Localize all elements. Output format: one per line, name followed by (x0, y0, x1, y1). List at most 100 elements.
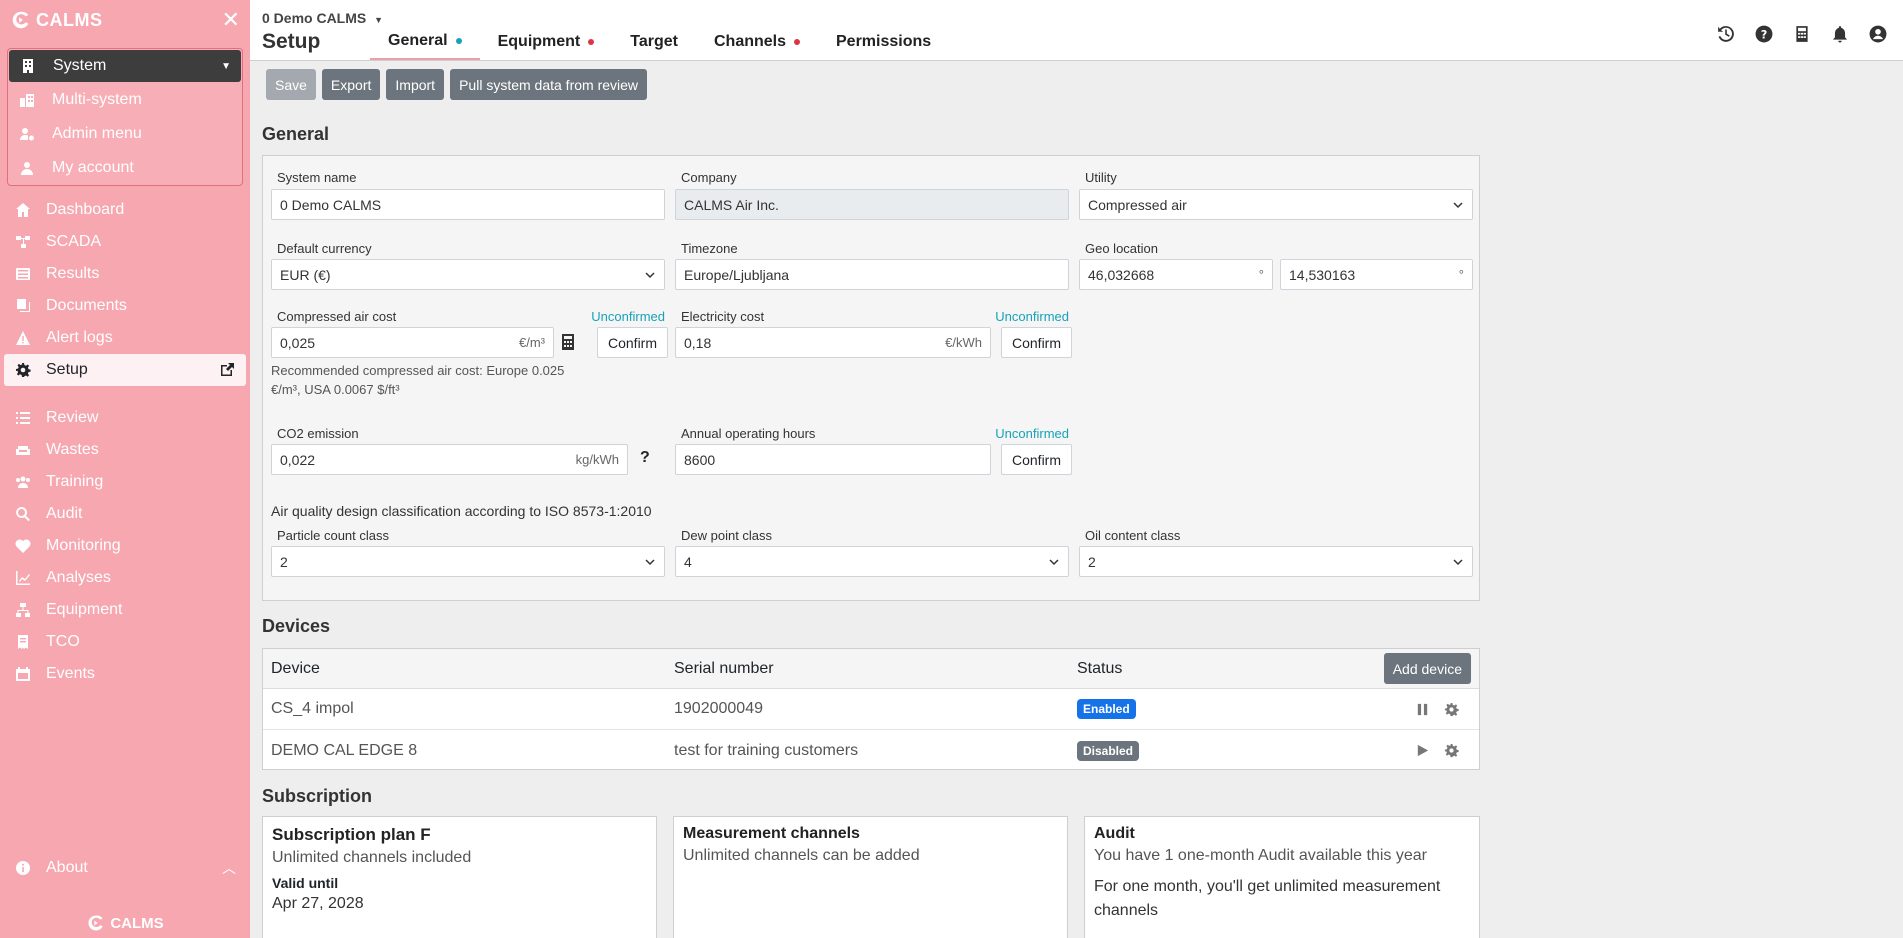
column-header-status: Status (1077, 659, 1123, 677)
import-button[interactable]: Import (386, 69, 445, 100)
calculator-icon[interactable] (561, 334, 575, 350)
serial-number: 1902000049 (674, 700, 763, 717)
sidebar-item-dashboard[interactable]: Dashboard (0, 194, 250, 226)
electricity-cost-input[interactable]: 0,18 €/kWh (675, 327, 991, 358)
chevron-down-icon (645, 558, 655, 565)
latitude-input[interactable]: 46,032668 ° (1079, 259, 1273, 290)
close-sidebar-icon[interactable]: ✕ (222, 7, 240, 33)
system-name-input[interactable]: 0 Demo CALMS (271, 189, 665, 220)
confirm-annual-hours-button[interactable]: Confirm (1001, 444, 1073, 475)
audit-text: You have 1 one-month Audit available thi… (1094, 847, 1427, 864)
sidebar-item-analyses[interactable]: Analyses (0, 562, 250, 594)
export-button[interactable]: Export (321, 69, 381, 100)
add-device-button[interactable]: Add device (1383, 653, 1471, 684)
channels-title: Measurement channels (683, 825, 860, 842)
company-label: Company (681, 170, 737, 185)
timezone-input[interactable]: Europe/Ljubljana (675, 259, 1069, 290)
sidebar-item-label: Review (46, 409, 99, 426)
history-icon[interactable] (1716, 24, 1735, 43)
sidebar-item-documents[interactable]: Documents (0, 290, 250, 322)
tab-general[interactable]: General (370, 28, 480, 60)
utility-label: Utility (1085, 170, 1117, 185)
user-cog-icon (18, 125, 36, 143)
confirm-electricity-cost-button[interactable]: Confirm (1001, 327, 1073, 358)
subscription-section-title: Subscription (262, 786, 373, 806)
system-selector[interactable]: 0 Demo CALMS ▼ (262, 10, 383, 26)
footer-brand: CALMS (110, 914, 164, 932)
sidebar-item-label: Dashboard (46, 201, 125, 218)
default-currency-select[interactable]: EUR (€) (271, 259, 665, 290)
sidebar-item-alert-logs[interactable]: Alert logs (0, 322, 250, 354)
sidebar-item-review[interactable]: Review (0, 402, 250, 434)
calculator-icon[interactable] (1792, 24, 1811, 43)
sidebar-item-label: Admin menu (52, 125, 142, 142)
system-dropdown[interactable]: System ▼ (9, 50, 241, 82)
sidebar-item-label: SCADA (46, 233, 102, 250)
gear-icon[interactable] (1444, 743, 1459, 758)
compressed-air-cost-input[interactable]: 0,025 €/m³ (271, 327, 554, 358)
air-quality-heading: Air quality design classification accord… (271, 503, 652, 519)
annual-hours-input[interactable]: 8600 (675, 444, 991, 475)
top-bar: 0 Demo CALMS ▼ Setup General Equipment T… (250, 0, 1903, 61)
system-name-label: System name (277, 170, 357, 185)
annual-hours-status: Unconfirmed (995, 426, 1069, 441)
pause-icon[interactable] (1415, 702, 1430, 717)
oil-class-select[interactable]: 2 (1079, 546, 1473, 577)
sidebar-item-equipment[interactable]: Equipment (0, 594, 250, 626)
plan-title: Subscription plan F (272, 825, 431, 844)
particle-class-select[interactable]: 2 (271, 546, 665, 577)
sidebar-item-audit[interactable]: Audit (0, 498, 250, 530)
device-name: CS_4 impol (271, 700, 354, 717)
sidebar-item-my-account[interactable]: My account (8, 151, 242, 185)
sidebar-item-multi-system[interactable]: Multi-system (8, 83, 242, 117)
confirm-air-cost-button[interactable]: Confirm (597, 327, 669, 358)
particle-class-label: Particle count class (277, 528, 389, 543)
chart-line-icon (14, 569, 32, 587)
longitude-input[interactable]: 14,530163 ° (1280, 259, 1473, 290)
brand-logo[interactable]: CALMS (10, 9, 103, 31)
sidebar-item-wastes[interactable]: Wastes (0, 434, 250, 466)
tab-target[interactable]: Target (612, 28, 696, 60)
degree-unit: ° (1258, 267, 1264, 282)
column-header-device: Device (271, 659, 320, 677)
network-icon (14, 233, 32, 251)
hint-line: €/m³, USA 0.0067 $/ft³ (271, 382, 400, 397)
external-link-icon[interactable] (218, 361, 236, 379)
tab-equipment[interactable]: Equipment (480, 28, 613, 60)
pull-system-data-button[interactable]: Pull system data from review (450, 69, 648, 100)
play-icon[interactable] (1415, 743, 1430, 758)
top-icons: ? (1716, 24, 1887, 43)
utility-select[interactable]: Compressed air (1079, 189, 1473, 220)
bell-icon[interactable] (1830, 24, 1849, 43)
home-icon (14, 201, 32, 219)
sidebar-item-results[interactable]: Results (0, 258, 250, 290)
co2-unit: kg/kWh (575, 452, 619, 467)
help-icon[interactable]: ? (1754, 24, 1773, 43)
sidebar-item-scada[interactable]: SCADA (0, 226, 250, 258)
user-account-icon[interactable] (1868, 24, 1887, 43)
sidebar-item-label: Documents (46, 297, 127, 314)
sidebar-item-tco[interactable]: TCO (0, 626, 250, 658)
calms-logo-icon (88, 915, 103, 931)
dew-point-class-select[interactable]: 4 (675, 546, 1069, 577)
general-panel: System name 0 Demo CALMS Company CALMS A… (262, 155, 1480, 601)
co2-help-icon[interactable]: ? (640, 449, 650, 467)
tab-channels[interactable]: Channels (696, 28, 818, 60)
user-icon (18, 159, 36, 177)
tab-permissions[interactable]: Permissions (818, 28, 949, 60)
search-icon (14, 505, 32, 523)
sidebar-item-training[interactable]: Training (0, 466, 250, 498)
about-toggle[interactable]: About ︿ (0, 852, 250, 884)
annual-hours-label: Annual operating hours (681, 426, 816, 441)
serial-number: test for training customers (674, 741, 859, 759)
buildings-icon (18, 91, 36, 109)
sidebar-item-events[interactable]: Events (0, 658, 250, 690)
co2-emission-input[interactable]: 0,022 kg/kWh (271, 444, 628, 475)
sidebar-item-monitoring[interactable]: Monitoring (0, 530, 250, 562)
channels-text: Unlimited channels can be added (683, 847, 920, 864)
sidebar-item-admin-menu[interactable]: Admin menu (8, 117, 242, 151)
save-button[interactable]: Save (266, 69, 316, 100)
gear-icon[interactable] (1444, 702, 1459, 717)
gear-icon (14, 361, 32, 379)
sidebar-item-setup[interactable]: Setup (4, 354, 246, 386)
